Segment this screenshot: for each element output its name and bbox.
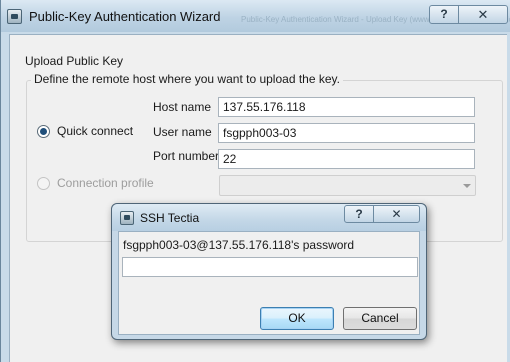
dialog-help-button[interactable]: ? <box>344 205 374 223</box>
help-button[interactable]: ? <box>429 5 459 24</box>
dialog-close-button[interactable]: ✕ <box>373 205 420 223</box>
wizard-title: Public-Key Authentication Wizard <box>29 9 221 24</box>
port-number-input[interactable] <box>218 149 475 169</box>
connection-profile-select[interactable] <box>219 175 476 196</box>
quick-connect-label[interactable]: Quick connect <box>57 124 133 138</box>
host-name-label: Host name <box>153 100 212 114</box>
quick-connect-radio[interactable] <box>37 125 50 138</box>
user-name-label: User name <box>153 125 212 139</box>
connection-profile-label[interactable]: Connection profile <box>57 176 154 190</box>
cancel-button[interactable]: Cancel <box>343 307 417 330</box>
ssh-tectia-icon <box>120 211 134 225</box>
ok-button[interactable]: OK <box>260 307 334 330</box>
remote-host-group-label: Define the remote host where you want to… <box>31 72 343 86</box>
password-input[interactable] <box>122 257 418 277</box>
ssh-tectia-icon <box>7 9 22 24</box>
close-button[interactable]: ✕ <box>458 5 508 24</box>
password-dialog-title: SSH Tectia <box>140 211 200 225</box>
host-name-input[interactable] <box>218 97 475 117</box>
password-dialog-client: fsgpph003-03@137.55.176.118's password O… <box>118 231 420 335</box>
user-name-input[interactable] <box>218 123 475 143</box>
port-number-label: Port number <box>153 149 220 163</box>
password-dialog: SSH Tectia ? ✕ fsgpph003-03@137.55.176.1… <box>111 203 427 340</box>
connection-profile-radio[interactable] <box>37 177 50 190</box>
section-title: Upload Public Key <box>25 54 124 68</box>
wizard-title-bar[interactable]: Public-Key Authentication Wizard Public-… <box>1 0 510 32</box>
password-prompt: fsgpph003-03@137.55.176.118's password <box>123 238 355 252</box>
password-dialog-title-bar[interactable]: SSH Tectia ? ✕ <box>112 204 426 231</box>
chevron-down-icon <box>463 184 471 188</box>
